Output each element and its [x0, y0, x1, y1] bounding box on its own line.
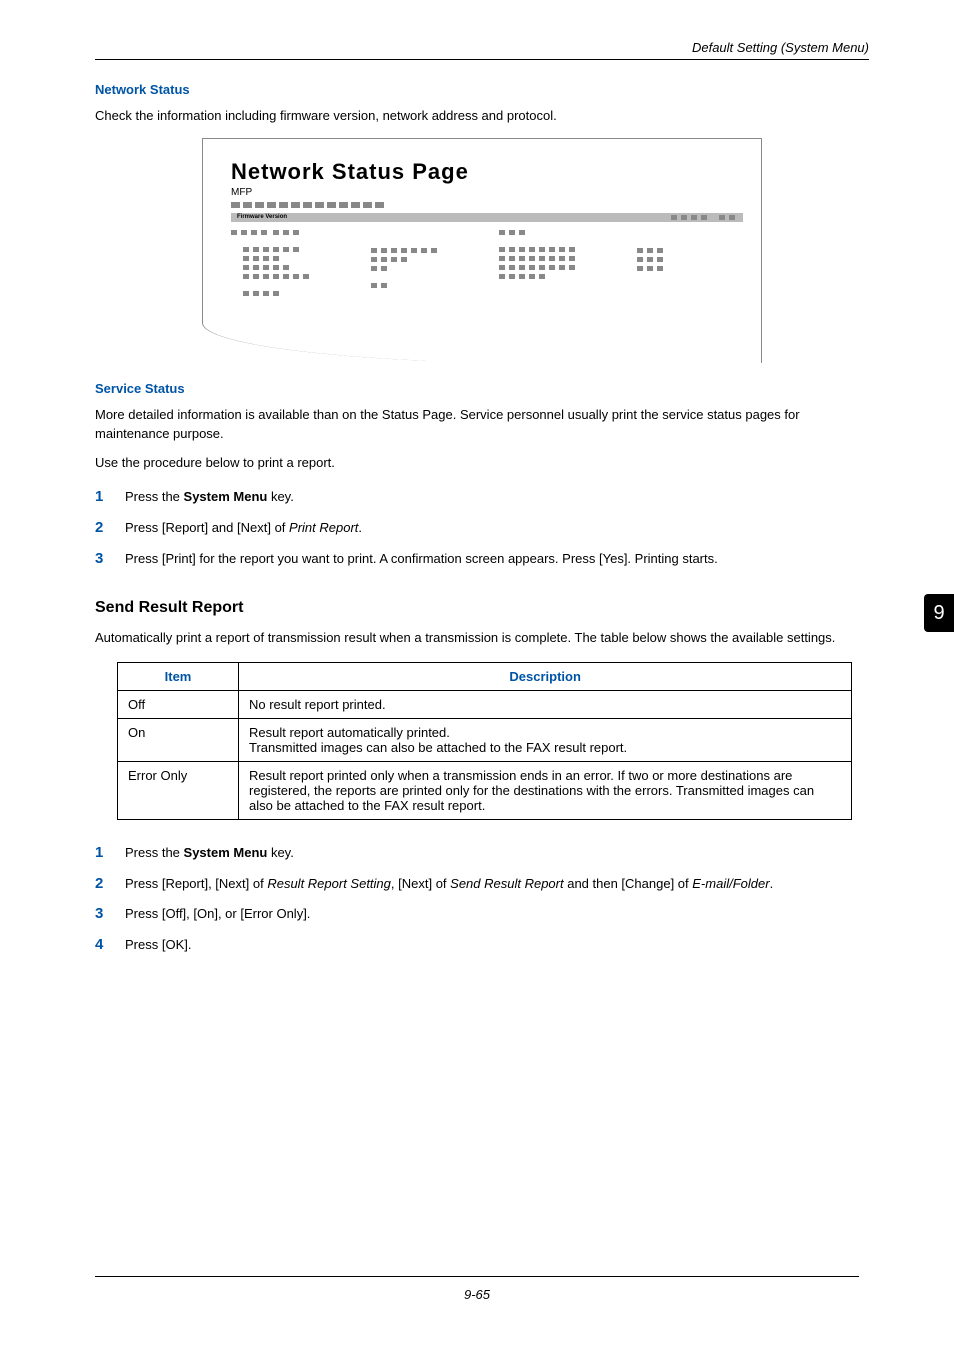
- service-status-desc: More detailed information is available t…: [95, 406, 869, 444]
- cell-item: Error Only: [118, 761, 239, 819]
- table-row: OffNo result report printed.: [118, 690, 852, 718]
- list-item: 1 Press the System Menu key.: [95, 838, 869, 869]
- step-number: 3: [95, 548, 103, 570]
- network-status-illustration: Network Status Page MFP Firmware Version: [202, 138, 762, 363]
- network-status-desc: Check the information including firmware…: [95, 107, 869, 126]
- step-number: 2: [95, 517, 103, 539]
- cell-description: Result report printed only when a transm…: [239, 761, 852, 819]
- send-result-table: Item Description OffNo result report pri…: [117, 662, 852, 820]
- table-header-item: Item: [118, 662, 239, 690]
- table-header-description: Description: [239, 662, 852, 690]
- step-text: Press [Off], [On], or [Error Only].: [125, 906, 310, 921]
- cell-item: Off: [118, 690, 239, 718]
- list-item: 2 Press [Report], [Next] of Result Report…: [95, 869, 869, 900]
- list-item: 3 Press [Off], [On], or [Error Only].: [95, 899, 869, 930]
- service-status-heading: Service Status: [95, 381, 869, 396]
- illustration-subtitle: MFP: [231, 187, 743, 198]
- step-text: Press [Report] and [Next] of Print Repor…: [125, 520, 362, 535]
- firmware-label: Firmware Version: [237, 214, 287, 220]
- illustration-title: Network Status Page: [231, 159, 743, 185]
- page-footer: 9-65: [0, 1276, 954, 1302]
- step-text: Press [Print] for the report you want to…: [125, 551, 718, 566]
- step-number: 1: [95, 486, 103, 508]
- step-text: Press the System Menu key.: [125, 845, 294, 860]
- list-item: 1 Press the System Menu key.: [95, 482, 869, 513]
- step-text: Press [OK].: [125, 937, 191, 952]
- table-row: Error OnlyResult report printed only whe…: [118, 761, 852, 819]
- step-number: 1: [95, 842, 103, 864]
- cell-description: Result report automatically printed.Tran…: [239, 718, 852, 761]
- list-item: 4 Press [OK].: [95, 930, 869, 961]
- cell-description: No result report printed.: [239, 690, 852, 718]
- chapter-tab: 9: [924, 594, 954, 632]
- table-row: OnResult report automatically printed.Tr…: [118, 718, 852, 761]
- send-result-heading: Send Result Report: [95, 599, 869, 617]
- illustration-columns: [231, 230, 743, 296]
- step-number: 4: [95, 934, 103, 956]
- service-status-lead: Use the procedure below to print a repor…: [95, 454, 869, 473]
- page-number: 9-65: [464, 1287, 490, 1302]
- list-item: 3 Press [Print] for the report you want t…: [95, 544, 869, 575]
- illustration-placeholder-row: [231, 202, 743, 208]
- chapter-number: 9: [933, 602, 944, 625]
- step-text: Press [Report], [Next] of Result Report …: [125, 876, 773, 891]
- step-text: Press the System Menu key.: [125, 489, 294, 504]
- send-result-desc: Automatically print a report of transmis…: [95, 629, 869, 648]
- cell-item: On: [118, 718, 239, 761]
- step-number: 3: [95, 903, 103, 925]
- network-status-heading: Network Status: [95, 82, 869, 97]
- header-section-title: Default Setting (System Menu): [95, 40, 869, 59]
- service-status-steps: 1 Press the System Menu key. 2 Press [Repor…: [95, 482, 869, 575]
- illustration-divider: Firmware Version: [231, 213, 743, 222]
- send-result-steps: 1 Press the System Menu key. 2 Press [Repor…: [95, 838, 869, 961]
- step-number: 2: [95, 873, 103, 895]
- page-header: Default Setting (System Menu): [95, 40, 869, 60]
- page-content: Default Setting (System Menu) Network St…: [0, 0, 954, 1009]
- list-item: 2 Press [Report] and [Next] of Print Repo…: [95, 513, 869, 544]
